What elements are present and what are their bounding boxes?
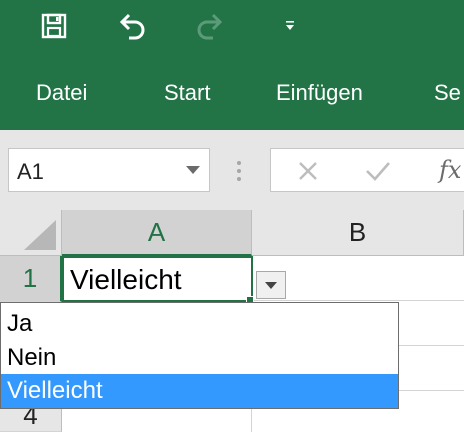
insert-function-button[interactable]: fx (439, 156, 461, 184)
validation-dropdown-button[interactable] (256, 271, 286, 299)
dropdown-option-nein[interactable]: Nein (1, 341, 398, 375)
column-header-b[interactable]: B (252, 210, 464, 256)
select-all-corner[interactable] (0, 210, 62, 256)
save-icon (41, 13, 67, 39)
enter-check-icon[interactable] (365, 160, 391, 187)
tab-datei[interactable]: Datei (36, 80, 87, 106)
formula-input-area[interactable]: fx (270, 148, 464, 192)
formula-bar-splitter-icon[interactable] (236, 160, 242, 187)
customize-qat-icon (286, 21, 294, 30)
name-box-dropdown-icon[interactable] (185, 163, 201, 181)
tab-partial[interactable]: Se (434, 80, 461, 106)
redo-button[interactable] (192, 8, 228, 44)
undo-icon (119, 13, 145, 40)
redo-icon (197, 13, 223, 40)
dropdown-option-ja[interactable]: Ja (1, 307, 398, 341)
cell-a1-value: Vielleicht (70, 264, 182, 295)
name-box-value: A1 (17, 159, 44, 184)
column-header-a[interactable]: A (62, 210, 252, 256)
ribbon-tabs: Datei Start Einfügen Se (0, 60, 464, 130)
customize-qat-button[interactable] (276, 8, 304, 44)
tab-start[interactable]: Start (164, 80, 210, 106)
formula-bar-area: A1 fx (0, 130, 464, 210)
quick-access-toolbar (0, 0, 464, 60)
active-cell-a1[interactable]: Vielleicht (62, 256, 253, 302)
save-button[interactable] (36, 8, 72, 44)
row-header-1[interactable]: 1 (0, 256, 62, 302)
chevron-down-icon (265, 282, 277, 289)
cancel-icon[interactable] (297, 160, 319, 187)
dropdown-option-vielleicht[interactable]: Vielleicht (1, 374, 398, 408)
name-box[interactable]: A1 (8, 148, 210, 192)
validation-dropdown-list: Ja Nein Vielleicht (0, 302, 399, 409)
tab-einfuegen[interactable]: Einfügen (276, 80, 363, 106)
undo-button[interactable] (114, 8, 150, 44)
